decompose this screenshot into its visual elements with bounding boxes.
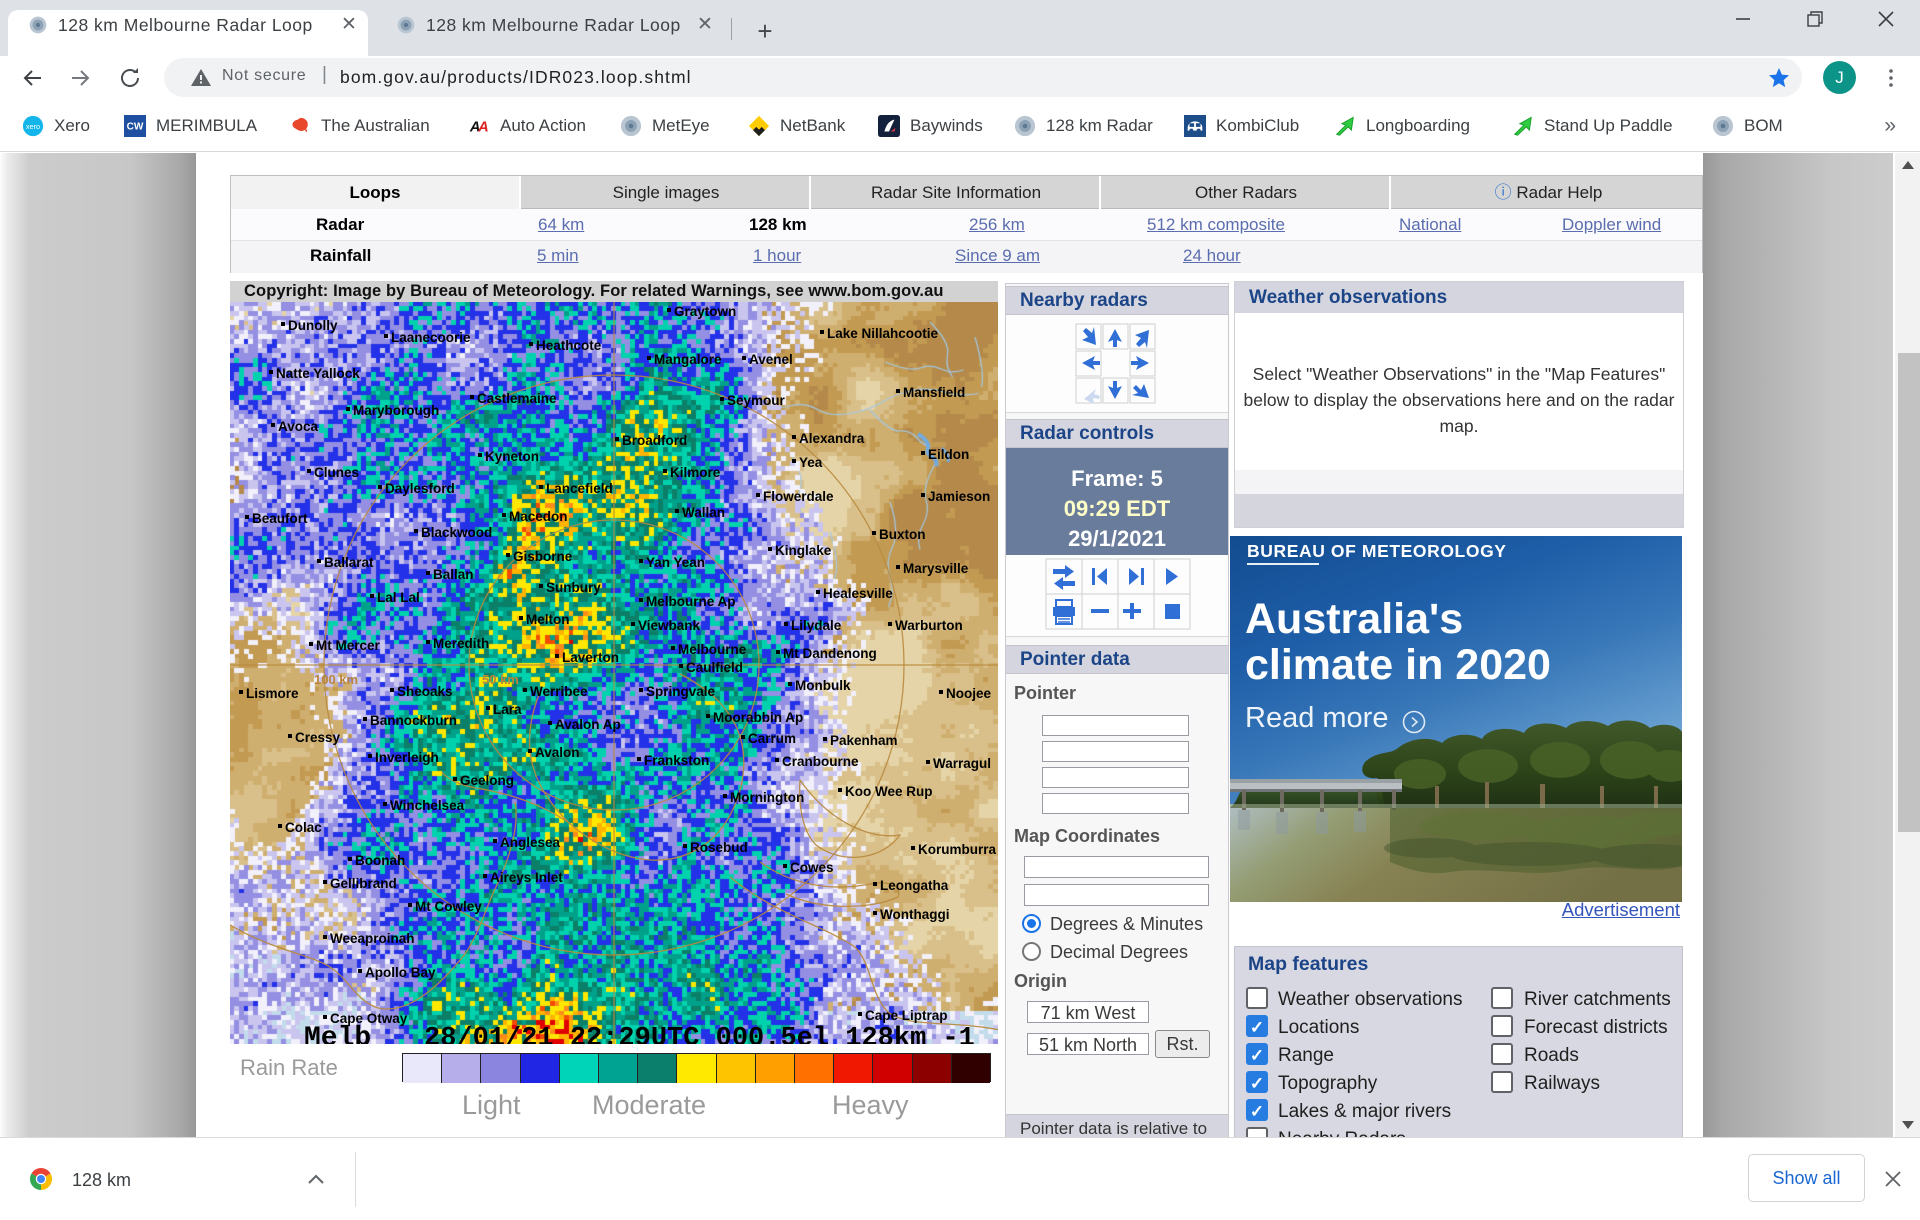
svg-text:Caulfield: Caulfield [686, 660, 743, 675]
svg-text:Laverton: Laverton [562, 650, 619, 665]
svg-text:Meredith: Meredith [433, 636, 489, 651]
svg-text:Macedon: Macedon [509, 509, 568, 524]
svg-text:Buxton: Buxton [879, 527, 926, 542]
svg-text:Apollo Bay: Apollo Bay [365, 965, 436, 980]
svg-text:Leongatha: Leongatha [880, 878, 949, 893]
svg-text:Avalon: Avalon [535, 745, 580, 760]
svg-text:Lismore: Lismore [246, 686, 299, 701]
svg-text:Cape Liptrap: Cape Liptrap [865, 1008, 948, 1023]
svg-text:A: A [477, 120, 489, 136]
svg-text:Noojee: Noojee [946, 686, 992, 701]
svg-text:Dunolly: Dunolly [288, 318, 338, 333]
svg-text:Avoca: Avoca [278, 419, 319, 434]
svg-text:28/01/21 22:29UTC 000.5el 128k: 28/01/21 22:29UTC 000.5el 128km -1 [424, 1024, 975, 1044]
svg-text:Laanecoorie: Laanecoorie [391, 330, 471, 345]
svg-text:Gellibrand: Gellibrand [330, 876, 397, 891]
svg-text:Sheoaks: Sheoaks [397, 684, 453, 699]
svg-text:xero: xero [26, 122, 40, 131]
svg-text:Lara: Lara [493, 702, 522, 717]
svg-text:Rosebud: Rosebud [690, 840, 748, 855]
svg-text:Bannockburn: Bannockburn [370, 713, 457, 728]
svg-text:Anglesea: Anglesea [500, 835, 561, 850]
svg-text:Healesville: Healesville [823, 586, 893, 601]
svg-text:Mangalore: Mangalore [654, 352, 722, 367]
svg-text:Aireys Inlet: Aireys Inlet [490, 870, 563, 885]
svg-text:50 km: 50 km [482, 672, 519, 687]
svg-text:Clunes: Clunes [314, 465, 359, 480]
svg-text:Kinglake: Kinglake [775, 543, 832, 558]
svg-text:Kilmore: Kilmore [670, 465, 721, 480]
svg-text:Cressy: Cressy [295, 730, 341, 745]
svg-text:Jamieson: Jamieson [928, 489, 990, 504]
svg-text:Werribee: Werribee [530, 684, 588, 699]
svg-text:Wallan: Wallan [682, 505, 725, 520]
svg-text:Melbourne Ap: Melbourne Ap [646, 594, 736, 609]
svg-text:Alexandra: Alexandra [799, 431, 865, 446]
svg-text:Mornington: Mornington [730, 790, 804, 805]
svg-text:Gisborne: Gisborne [513, 549, 573, 564]
svg-text:Maryborough: Maryborough [353, 403, 439, 418]
svg-text:Colac: Colac [285, 820, 322, 835]
svg-text:Lake Nillahcootie: Lake Nillahcootie [827, 326, 939, 341]
svg-text:CW: CW [127, 122, 144, 133]
svg-text:Weeaproinah: Weeaproinah [330, 931, 415, 946]
svg-text:Mt Mercer: Mt Mercer [316, 638, 381, 653]
svg-text:Pakenham: Pakenham [830, 733, 898, 748]
svg-text:Daylesford: Daylesford [385, 481, 455, 496]
svg-text:Lancefield: Lancefield [546, 481, 613, 496]
svg-text:Carrum: Carrum [748, 731, 796, 746]
svg-text:Springvale: Springvale [646, 684, 716, 699]
svg-text:Melb: Melb [304, 1023, 371, 1044]
svg-text:Warragul: Warragul [933, 756, 991, 771]
svg-text:Eildon: Eildon [928, 447, 969, 462]
svg-text:Broadford: Broadford [622, 433, 687, 448]
svg-text:Viewbank: Viewbank [638, 618, 701, 633]
svg-text:Mt Cowley: Mt Cowley [415, 899, 482, 914]
svg-text:Warburton: Warburton [895, 618, 963, 633]
svg-text:Lilydale: Lilydale [791, 618, 842, 633]
svg-text:Yan Yean: Yan Yean [646, 555, 705, 570]
svg-text:Heathcote: Heathcote [536, 338, 602, 353]
svg-text:Cranbourne: Cranbourne [782, 754, 859, 769]
svg-text:Natte Yallock: Natte Yallock [276, 366, 360, 381]
svg-text:Sunbury: Sunbury [546, 580, 601, 595]
svg-text:Monbulk: Monbulk [795, 678, 851, 693]
svg-text:Cowes: Cowes [790, 860, 834, 875]
svg-text:Melbourne: Melbourne [678, 642, 747, 657]
svg-text:Lal Lal: Lal Lal [377, 590, 420, 605]
svg-text:Korumburra: Korumburra [918, 842, 996, 857]
svg-text:Kyneton: Kyneton [485, 449, 539, 464]
svg-text:Avalon Ap: Avalon Ap [555, 717, 621, 732]
svg-text:Boonah: Boonah [355, 853, 405, 868]
svg-text:100 km: 100 km [314, 672, 358, 687]
svg-text:Moorabbin Ap: Moorabbin Ap [713, 710, 803, 725]
svg-text:Beaufort: Beaufort [252, 511, 308, 526]
svg-text:Geelong: Geelong [460, 773, 514, 788]
svg-text:Marysville: Marysville [903, 561, 969, 576]
svg-text:Castlemaine: Castlemaine [477, 391, 557, 406]
svg-text:Frankston: Frankston [644, 753, 709, 768]
svg-text:Wonthaggi: Wonthaggi [880, 907, 949, 922]
svg-text:Winchelsea: Winchelsea [390, 798, 465, 813]
svg-text:Flowerdale: Flowerdale [763, 489, 834, 504]
svg-text:Ballarat: Ballarat [324, 555, 374, 570]
svg-text:Avenel: Avenel [749, 352, 793, 367]
svg-text:Mt Dandenong: Mt Dandenong [783, 646, 877, 661]
svg-text:Yea: Yea [799, 455, 823, 470]
svg-text:Melton: Melton [526, 612, 570, 627]
svg-text:Mansfield: Mansfield [903, 385, 965, 400]
svg-text:Seymour: Seymour [727, 393, 786, 408]
svg-text:Ballan: Ballan [433, 567, 474, 582]
svg-text:Inverleigh: Inverleigh [375, 750, 439, 765]
svg-text:Blackwood: Blackwood [421, 525, 492, 540]
svg-text:Koo Wee Rup: Koo Wee Rup [845, 784, 933, 799]
svg-text:Graytown: Graytown [674, 304, 736, 319]
